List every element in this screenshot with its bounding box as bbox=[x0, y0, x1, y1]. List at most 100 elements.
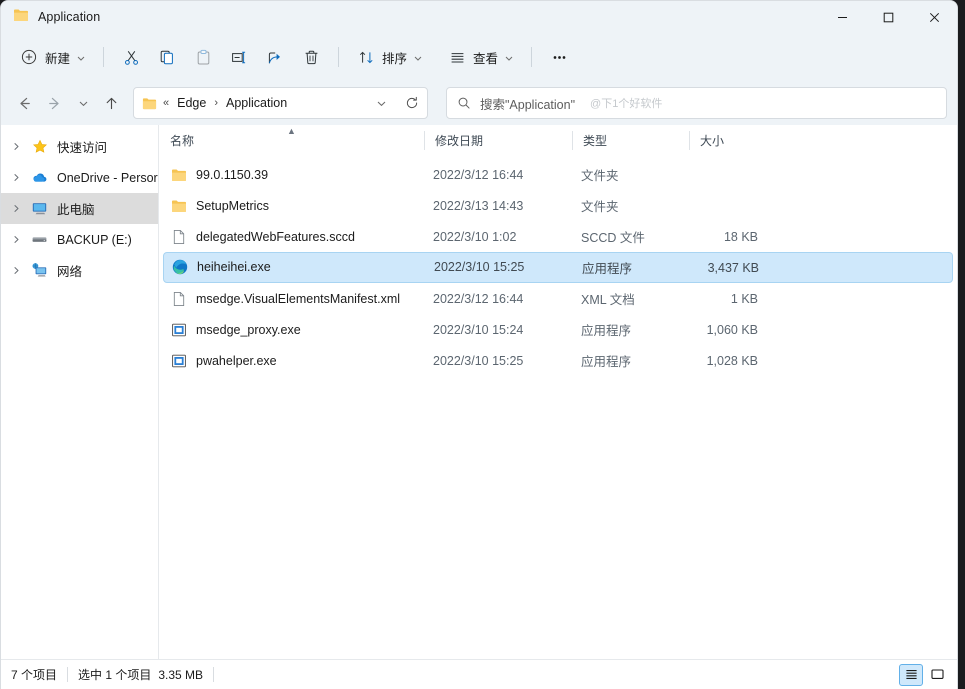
chevron-right-icon[interactable] bbox=[7, 173, 25, 182]
chevron-right-icon[interactable] bbox=[7, 142, 25, 151]
column-header-type[interactable]: 类型 bbox=[572, 125, 689, 156]
row-name-cell: msedge.VisualElementsManifest.xml bbox=[163, 290, 425, 307]
explorer-body: 快速访问 OneDrive - Persor 此电脑 BACKUP (E:) 网… bbox=[1, 125, 957, 659]
chevron-right-icon[interactable] bbox=[7, 235, 25, 244]
column-header-name[interactable]: ▲ 名称 bbox=[159, 125, 424, 156]
app-icon bbox=[170, 352, 187, 369]
breadcrumb-separator: › bbox=[214, 97, 218, 109]
row-name-label: delegatedWebFeatures.sccd bbox=[196, 229, 355, 244]
row-name-cell: pwahelper.exe bbox=[163, 352, 425, 369]
column-header-label: 类型 bbox=[583, 134, 608, 148]
column-header-label: 大小 bbox=[700, 134, 725, 148]
close-button[interactable] bbox=[911, 1, 957, 33]
breadcrumb-overflow[interactable]: « bbox=[162, 97, 170, 109]
cloud-icon bbox=[29, 169, 50, 186]
chevron-down-icon bbox=[504, 52, 514, 62]
row-name-cell: 99.0.1150.39 bbox=[163, 166, 425, 183]
details-view-button[interactable] bbox=[899, 663, 923, 686]
maximize-button[interactable] bbox=[865, 1, 911, 33]
breadcrumb-item-edge[interactable]: Edge bbox=[175, 96, 208, 110]
sidebar-item-label: 网络 bbox=[57, 265, 83, 279]
selection-size: 3.35 MB bbox=[158, 667, 204, 682]
chevron-right-icon[interactable] bbox=[7, 266, 25, 275]
share-button[interactable] bbox=[257, 41, 293, 73]
toolbar-divider bbox=[103, 47, 105, 67]
row-date-cell: 2022/3/10 1:02 bbox=[433, 229, 517, 244]
sidebar-item-label: 快速访问 bbox=[57, 141, 108, 155]
paste-icon bbox=[193, 47, 213, 67]
sidebar-item-this-pc[interactable]: 此电脑 bbox=[1, 193, 158, 224]
window-controls bbox=[819, 1, 957, 33]
recent-locations-button[interactable] bbox=[71, 87, 95, 119]
table-row-selected[interactable]: heiheihei.exe 2022/3/10 15:25 应用程序 3,437… bbox=[163, 252, 953, 283]
row-name-label: heiheihei.exe bbox=[197, 260, 271, 274]
row-date-cell: 2022/3/13 14:43 bbox=[433, 198, 524, 213]
sort-icon bbox=[356, 47, 376, 67]
address-bar[interactable]: « Edge › Application bbox=[133, 87, 428, 119]
table-row[interactable]: SetupMetrics 2022/3/13 14:43 文件夹 bbox=[163, 190, 953, 221]
address-dropdown-button[interactable] bbox=[368, 90, 394, 116]
sort-button[interactable]: 排序 bbox=[348, 41, 431, 73]
row-size-cell: 1 KB bbox=[730, 291, 758, 306]
sidebar-item-quick-access[interactable]: 快速访问 bbox=[1, 131, 158, 162]
new-button-label: 新建 bbox=[45, 51, 71, 66]
table-row[interactable]: msedge.VisualElementsManifest.xml 2022/3… bbox=[163, 283, 953, 314]
table-row[interactable]: msedge_proxy.exe 2022/3/10 15:24 应用程序 1,… bbox=[163, 314, 953, 345]
app-icon bbox=[170, 321, 187, 338]
row-size-cell: 1,060 KB bbox=[706, 322, 758, 337]
search-box[interactable]: 搜索"Application" @下1个好软件 bbox=[446, 87, 947, 119]
column-header-date[interactable]: 修改日期 bbox=[424, 125, 572, 156]
row-name-label: msedge_proxy.exe bbox=[196, 322, 301, 337]
table-row[interactable]: delegatedWebFeatures.sccd 2022/3/10 1:02… bbox=[163, 221, 953, 252]
delete-button[interactable] bbox=[293, 41, 329, 73]
new-button[interactable]: 新建 bbox=[11, 41, 94, 73]
sidebar-item-label: 此电脑 bbox=[57, 203, 95, 217]
scissors-icon bbox=[121, 47, 141, 67]
paste-button[interactable] bbox=[185, 41, 221, 73]
share-icon bbox=[265, 47, 285, 67]
row-size-cell: 18 KB bbox=[723, 229, 758, 244]
row-date-cell: 2022/3/12 16:44 bbox=[433, 167, 524, 182]
back-button[interactable] bbox=[7, 87, 39, 119]
chevron-right-icon[interactable] bbox=[7, 204, 25, 213]
item-count: 7 个项目 bbox=[11, 668, 58, 682]
file-list-pane: ▲ 名称 修改日期 类型 大小 99.0.1150.39 2022/3/12 1… bbox=[159, 125, 957, 659]
copy-button[interactable] bbox=[149, 41, 185, 73]
copy-icon bbox=[157, 47, 177, 67]
trash-icon bbox=[301, 47, 321, 67]
column-header-size[interactable]: 大小 bbox=[689, 125, 767, 156]
more-options-button[interactable] bbox=[541, 41, 577, 73]
row-date-cell: 2022/3/12 16:44 bbox=[433, 291, 524, 306]
breadcrumb-item-application[interactable]: Application bbox=[224, 96, 289, 110]
forward-button[interactable] bbox=[39, 87, 71, 119]
table-row[interactable]: pwahelper.exe 2022/3/10 15:25 应用程序 1,028… bbox=[163, 345, 953, 376]
sidebar-item-network[interactable]: 网络 bbox=[1, 255, 158, 286]
refresh-button[interactable] bbox=[399, 90, 425, 116]
title-bar: Application bbox=[1, 1, 957, 33]
row-name-label: SetupMetrics bbox=[196, 198, 269, 213]
cut-button[interactable] bbox=[113, 41, 149, 73]
view-button-label: 查看 bbox=[473, 51, 499, 66]
search-icon bbox=[457, 96, 471, 110]
search-input[interactable]: 搜索"Application" bbox=[480, 94, 575, 113]
minimize-button[interactable] bbox=[819, 1, 865, 33]
folder-icon bbox=[13, 7, 29, 28]
status-bar: 7 个项目 选中 1 个项目 3.35 MB bbox=[1, 659, 957, 689]
up-button[interactable] bbox=[95, 87, 127, 119]
folder-icon bbox=[142, 96, 157, 111]
rename-icon bbox=[229, 47, 249, 67]
edge-icon bbox=[171, 259, 188, 276]
table-row[interactable]: 99.0.1150.39 2022/3/12 16:44 文件夹 bbox=[163, 159, 953, 190]
view-button[interactable]: 查看 bbox=[439, 41, 522, 73]
row-type-cell: 文件夹 bbox=[581, 200, 619, 214]
window-title: Application bbox=[38, 10, 101, 24]
row-name-cell: delegatedWebFeatures.sccd bbox=[163, 228, 425, 245]
rename-button[interactable] bbox=[221, 41, 257, 73]
large-icons-view-button[interactable] bbox=[925, 664, 949, 686]
sidebar-item-backup-drive[interactable]: BACKUP (E:) bbox=[1, 224, 158, 255]
row-date-cell: 2022/3/10 15:24 bbox=[433, 322, 524, 337]
view-toggle-group bbox=[899, 663, 951, 686]
sort-button-label: 排序 bbox=[382, 51, 408, 66]
row-name-cell: msedge_proxy.exe bbox=[163, 321, 425, 338]
sidebar-item-onedrive[interactable]: OneDrive - Persor bbox=[1, 162, 158, 193]
